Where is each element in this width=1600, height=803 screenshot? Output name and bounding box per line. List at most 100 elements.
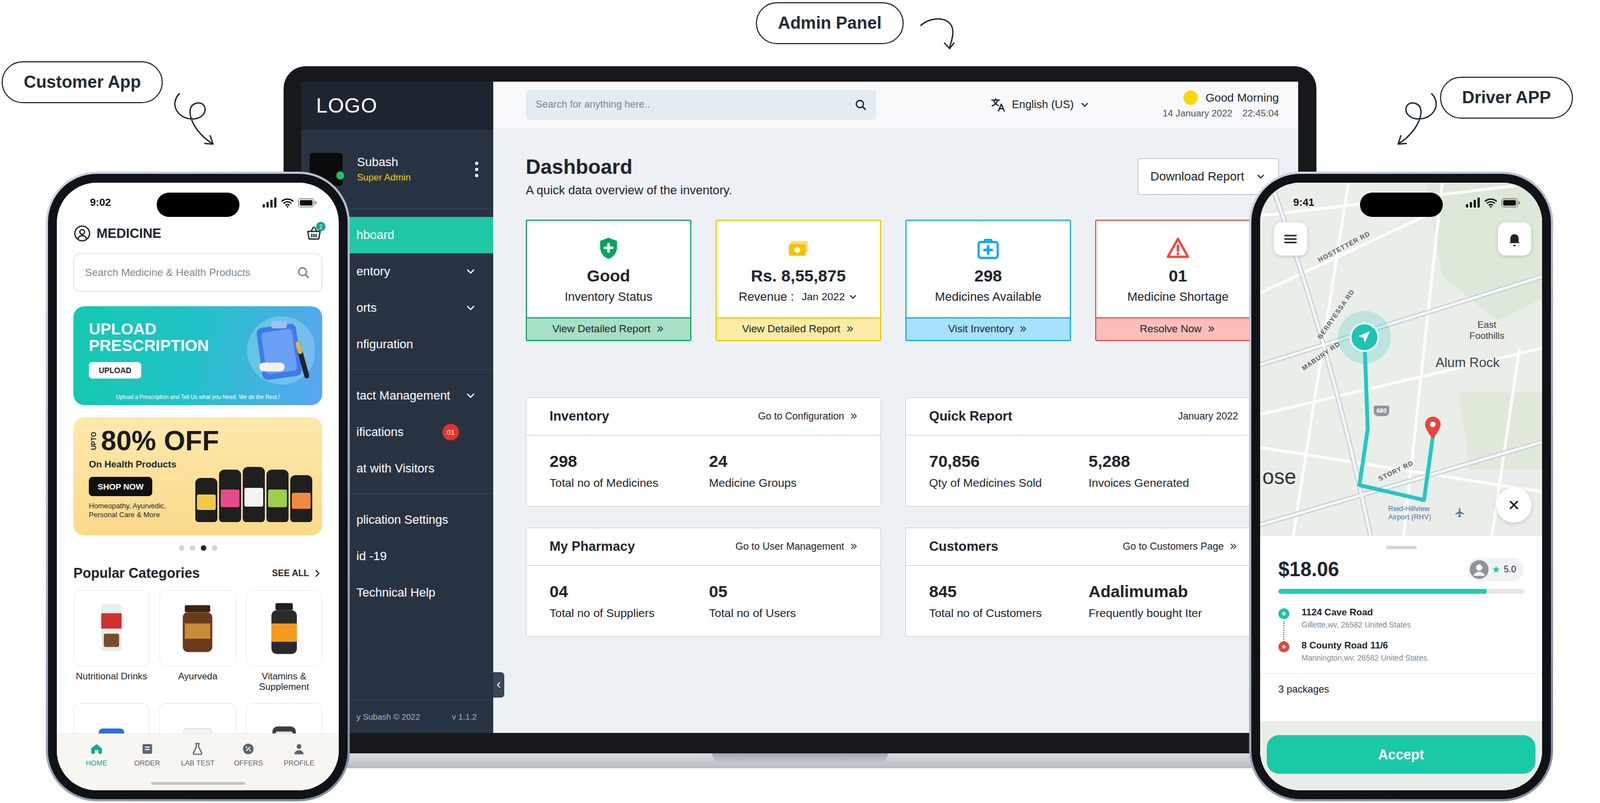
stat-label: Medicine Groups — [708, 476, 858, 490]
double-chevron-icon — [849, 541, 859, 551]
offer-banner[interactable]: UPTO80% OFFOn Health ProductsSHOP NOWHom… — [73, 417, 323, 536]
stop-address: 1124 Cave Road — [1301, 606, 1411, 618]
trip-progress-fill — [1278, 588, 1487, 594]
panel-link[interactable]: Go to Configuration — [758, 410, 859, 423]
panel-link-label: Go to User Management — [735, 540, 845, 553]
carousel-dot[interactable] — [178, 545, 185, 551]
chevron-down-icon — [1079, 99, 1091, 111]
card-action[interactable]: View Detailed Report — [716, 317, 880, 340]
search-input[interactable] — [84, 266, 297, 279]
section-label: Customer App — [1, 61, 163, 104]
signal-icon — [262, 197, 277, 208]
laptop: LOGOSubashSuper Adminhboardentoryortsnfi… — [283, 66, 1317, 754]
stat-label: Total no of Customers — [929, 606, 1078, 620]
stop-marker — [1278, 641, 1290, 653]
carousel-dot[interactable] — [200, 545, 207, 551]
category-item[interactable] — [246, 702, 323, 734]
greeting-text: Good Morning — [1205, 91, 1279, 105]
language-selector[interactable]: English (US) — [989, 96, 1091, 114]
search-field[interactable] — [73, 253, 323, 292]
shop-now-button[interactable]: SHOP NOW — [88, 476, 153, 496]
search-field[interactable] — [525, 89, 877, 120]
version: v 1.1.2 — [451, 711, 477, 722]
period-label: Jan 2022 — [801, 290, 845, 303]
language-label: English (US) — [1011, 98, 1074, 111]
stop: 8 County Road 11/6Mannington,wv, 26582 U… — [1278, 640, 1524, 663]
nav-tab[interactable]: LAB TEST — [172, 741, 224, 767]
search-icon — [296, 265, 311, 280]
card-action[interactable]: Resolve Now — [1096, 317, 1260, 340]
category-item[interactable] — [159, 702, 236, 734]
chevron-down-icon — [464, 265, 477, 278]
map[interactable]: 9:41HOSTETTER RDBERRYESSA RDMABURY RDEas… — [1260, 182, 1543, 536]
chevron-down-icon — [464, 301, 477, 314]
sidebar-item-label: at with Visitors — [356, 461, 460, 476]
sidebar-item-label: Technical Help — [356, 585, 460, 600]
app-title: MEDICINE — [96, 225, 162, 242]
prescription-illustration — [242, 311, 315, 392]
upload-button[interactable]: UPLOAD — [88, 361, 142, 379]
sidebar-item-label: plication Settings — [356, 512, 460, 527]
see-all-link[interactable]: SEE ALL — [272, 568, 323, 579]
panel-link[interactable]: Go to User Management — [735, 540, 859, 553]
sidebar-item-label: orts — [356, 300, 460, 316]
nav-tab[interactable]: HOME — [71, 741, 122, 767]
stat: 70,856Qty of Medicines Sold — [929, 451, 1078, 490]
money-icon — [785, 235, 812, 261]
stat-label: Medicines Available — [935, 289, 1042, 304]
sidebar-item-label: ifications — [356, 424, 437, 440]
collapse-chevron-icon[interactable] — [493, 672, 505, 698]
stop: 1124 Cave Road Gillette,wv, 26582 United … — [1278, 606, 1524, 629]
map-label: Alum Rock — [1435, 354, 1500, 371]
nav-tab[interactable]: PROFILE — [273, 741, 325, 767]
banner-note: Upload a Prescription and Tell Us what y… — [73, 393, 323, 400]
bell-icon[interactable] — [1497, 222, 1532, 256]
search-input[interactable] — [535, 98, 855, 111]
navigation-arrow-icon — [1348, 321, 1380, 353]
stop-detail: Mannington,wv, 26582 United States — [1301, 653, 1428, 663]
curly-arrow-icon — [1387, 88, 1443, 149]
card-action[interactable]: Visit Inventory — [906, 317, 1070, 340]
cart-button[interactable]: 2 — [305, 225, 323, 242]
online-indicator — [335, 170, 346, 181]
category-item[interactable] — [73, 702, 150, 734]
nav-tab[interactable]: OFFERS — [222, 741, 274, 767]
period-selector[interactable]: Jan 2022 — [801, 290, 858, 303]
close-icon[interactable] — [1496, 487, 1532, 523]
trip-progress — [1278, 588, 1524, 594]
cart-badge: 2 — [316, 221, 326, 232]
profile-circle-icon[interactable] — [73, 224, 92, 243]
card-action-label: View Detailed Report — [742, 322, 841, 335]
stat: AdalimumabFrequently bought Iter — [1088, 582, 1237, 620]
panel-link[interactable]: Go to Customers Page — [1122, 540, 1239, 553]
menu-icon[interactable] — [1273, 222, 1308, 256]
nav-tab[interactable]: ORDER — [121, 741, 173, 767]
stat-card: Rs. 8,55,875Revenue :Jan 2022View Detail… — [715, 219, 882, 341]
category-item[interactable]: Nutritional Drinks — [73, 589, 150, 692]
stop-detail: Gillette,wv, 26582 United States — [1301, 620, 1411, 629]
logo[interactable]: LOGO — [301, 81, 494, 130]
greeting: Good Morning14 January 202222:45:04 — [1162, 90, 1279, 120]
carousel-dot[interactable] — [189, 545, 196, 551]
laptop-notch — [711, 751, 889, 764]
panel-title: Customers — [929, 538, 999, 554]
double-chevron-icon — [1207, 324, 1216, 334]
category-item[interactable]: Vitamins & Supplement — [246, 589, 323, 692]
stat-value: 05 — [708, 582, 858, 601]
top-bar: English (US) Good Morning14 January 20222… — [493, 81, 1299, 128]
drag-handle[interactable] — [1385, 545, 1417, 549]
order-icon — [140, 741, 155, 756]
stat: 24Medicine Groups — [708, 451, 858, 490]
carousel-dot[interactable] — [211, 545, 218, 551]
more-options-icon[interactable] — [474, 161, 479, 178]
category-item[interactable]: Ayurveda — [159, 589, 236, 692]
section-label: Admin Panel — [755, 2, 904, 45]
lab-flask-icon — [190, 741, 205, 756]
bottom-navigation: HOMEORDERLAB TESTOFFERSPROFILE — [56, 733, 339, 791]
stat-label: Revenue : — [738, 289, 794, 304]
upload-prescription-banner[interactable]: UPLOAD PRESCRIPTIONUPLOADUpload a Prescr… — [73, 306, 323, 405]
accept-button[interactable]: Accept — [1266, 734, 1536, 774]
card-action[interactable]: View Detailed Report — [526, 317, 691, 340]
copyright: y Subash © 2022 — [356, 711, 420, 722]
download-report-button[interactable]: Download Report — [1137, 158, 1279, 195]
